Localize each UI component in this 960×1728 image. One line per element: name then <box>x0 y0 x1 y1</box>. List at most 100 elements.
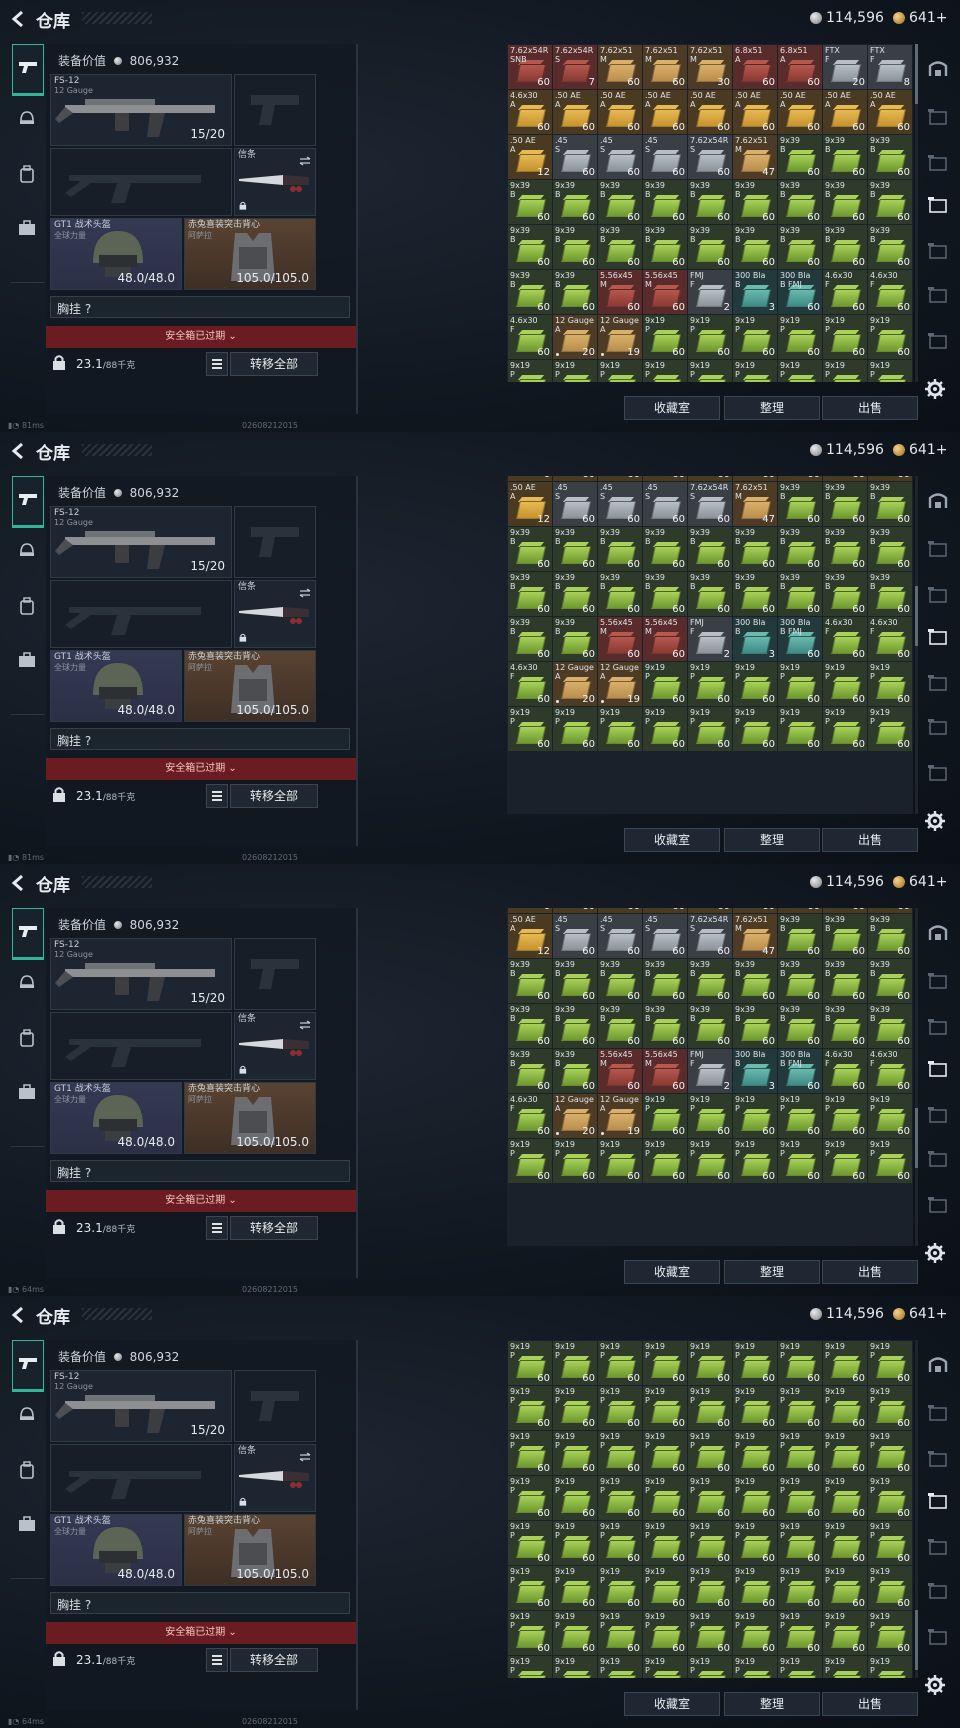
transfer-all-button[interactable]: 转移全部 <box>230 1216 318 1240</box>
ammo-cell[interactable]: 9x19 P <box>778 1656 822 1678</box>
ammo-cell[interactable]: 60 <box>598 908 642 913</box>
sort-button[interactable]: 整理 <box>724 396 820 420</box>
ammo-cell[interactable]: 9x19 P <box>823 1656 867 1678</box>
ammo-cell[interactable]: .50 AE A 12 <box>508 135 552 179</box>
sell-button[interactable]: 出售 <box>822 1692 918 1716</box>
ammo-cell[interactable]: FMJ F 2 <box>688 617 732 661</box>
ammo-cell[interactable]: 9x19 P 60 <box>598 707 642 751</box>
ammo-cell[interactable]: .50 AE A 60 <box>733 90 777 134</box>
ammo-cell[interactable]: .45 S 60 <box>598 914 642 958</box>
ammo-cell[interactable]: 5.56x45 M 60 <box>598 1049 642 1093</box>
secondary-weapon-slot[interactable] <box>50 148 232 216</box>
ammo-cell[interactable]: 9x39 B 60 <box>553 959 597 1003</box>
collection-room-button[interactable]: 收藏室 <box>624 1260 720 1284</box>
storage-tab-icon[interactable] <box>926 330 950 352</box>
storage-scrollbar[interactable] <box>915 44 918 382</box>
ammo-cell[interactable]: 4.6x30 F 60 <box>868 270 912 314</box>
ammo-cell[interactable]: 9x19 P 60 <box>823 1431 867 1475</box>
scrollbar-thumb[interactable] <box>915 1108 918 1168</box>
ammo-cell[interactable]: 300 Bla B FMJ 60 <box>778 270 822 314</box>
ammo-cell[interactable]: .45 S 60 <box>553 135 597 179</box>
ammo-cell[interactable]: 9x39 B 60 <box>508 572 552 616</box>
ammo-cell[interactable]: .50 AE A 60 <box>823 90 867 134</box>
back-arrow-icon[interactable] <box>8 8 30 30</box>
ammo-cell[interactable]: FTX F 8 <box>868 45 912 89</box>
ammo-cell[interactable]: 9x19 P 60 <box>598 1386 642 1430</box>
sell-button[interactable]: 出售 <box>822 828 918 852</box>
ammo-cell[interactable]: 9x39 B 60 <box>688 1004 732 1048</box>
ammo-cell[interactable]: 9x19 P 60 <box>598 1476 642 1520</box>
ammo-cell[interactable]: 9x19 P 60 <box>778 1094 822 1138</box>
ammo-cell[interactable]: 9x19 P 60 <box>553 1566 597 1610</box>
secondary-weapon-slot[interactable] <box>50 580 232 648</box>
ammo-cell[interactable]: 9x39 B 60 <box>643 180 687 224</box>
ammo-cell[interactable]: 300 Bla B 3 <box>733 1049 777 1093</box>
ammo-cell[interactable]: 7.62x54R S 7 <box>553 45 597 89</box>
tab-helmet[interactable] <box>12 528 42 576</box>
ammo-cell[interactable]: 60 <box>823 476 867 481</box>
ammo-cell[interactable]: 5.56x45 M 60 <box>598 617 642 661</box>
ammo-cell[interactable]: 9x19 P 60 <box>598 1611 642 1655</box>
storage-scrollbar[interactable] <box>915 1340 918 1678</box>
ammo-cell[interactable]: 9x19 P 60 <box>868 1386 912 1430</box>
ammo-cell[interactable]: 9x19 P 60 <box>688 315 732 359</box>
storage-tab-icon[interactable] <box>926 284 950 306</box>
ammo-cell[interactable]: 6 <box>508 476 552 481</box>
ammo-cell[interactable]: 9x19 P 60 <box>868 707 912 751</box>
tab-weapons[interactable] <box>12 44 44 96</box>
ammo-cell[interactable]: 9x19 P 60 <box>553 1431 597 1475</box>
ammo-cell[interactable]: 9x39 B 60 <box>733 959 777 1003</box>
ammo-cell[interactable]: 4.6x30 F 60 <box>508 1094 552 1138</box>
tab-backpack[interactable] <box>12 152 42 200</box>
ammo-cell[interactable]: 60 <box>643 908 687 913</box>
ammo-cell[interactable]: 9x19 P 60 <box>643 1611 687 1655</box>
ammo-cell[interactable]: 9x39 B 60 <box>553 1004 597 1048</box>
scrollbar-thumb[interactable] <box>915 1610 918 1670</box>
ammo-cell[interactable]: 9x19 P 60 <box>688 1094 732 1138</box>
ammo-cell[interactable]: 12 Gauge A 19 <box>598 1094 642 1138</box>
helmet-slot[interactable]: GT1 战术头盔 全球力量 48.0/48.0 <box>50 1082 182 1154</box>
helmet-slot[interactable]: GT1 战术头盔 全球力量 48.0/48.0 <box>50 1514 182 1586</box>
ammo-cell[interactable]: 9x19 P 60 <box>778 1386 822 1430</box>
ammo-cell[interactable]: 9x19 P 60 <box>733 1521 777 1565</box>
pistol-slot[interactable] <box>234 74 316 146</box>
tab-briefcase[interactable] <box>12 206 42 254</box>
tab-briefcase[interactable] <box>12 638 42 686</box>
ammo-cell[interactable]: .45 S 60 <box>643 914 687 958</box>
armor-slot[interactable]: 赤兔喜装突击背心 阿萨拉 105.0/105.0 <box>184 218 316 290</box>
ammo-cell[interactable]: 7.62x54R S 60 <box>688 135 732 179</box>
ammo-cell[interactable]: FMJ F 2 <box>688 270 732 314</box>
ammo-cell[interactable]: 9x39 B 60 <box>508 225 552 269</box>
ammo-cell[interactable]: 9x19 P 60 <box>778 1521 822 1565</box>
tab-helmet[interactable] <box>12 1392 42 1440</box>
ammo-cell[interactable]: 4.6x30 F 60 <box>823 270 867 314</box>
tab-weapons[interactable] <box>12 908 44 960</box>
ammo-cell[interactable]: 9x39 B 60 <box>508 617 552 661</box>
ammo-cell[interactable]: 9x39 B 60 <box>868 225 912 269</box>
ammo-cell[interactable]: .45 S 60 <box>643 135 687 179</box>
ammo-cell[interactable]: 9x39 B 60 <box>868 1004 912 1048</box>
ammo-cell[interactable]: 7.62x51 M 60 <box>598 45 642 89</box>
ammo-cell[interactable]: 9x19 P 60 <box>823 662 867 706</box>
ammo-cell[interactable]: .45 S 60 <box>553 482 597 526</box>
storage-tab-icon[interactable] <box>926 538 950 560</box>
ammo-cell[interactable]: 9x19 P 60 <box>643 1521 687 1565</box>
ammo-cell[interactable]: 60 <box>688 476 732 481</box>
ammo-cell[interactable]: 9x39 B 60 <box>643 1004 687 1048</box>
ammo-cell[interactable]: 9x39 B 60 <box>778 959 822 1003</box>
ammo-cell[interactable]: 9x19 P 60 <box>688 1139 732 1183</box>
storage-tab-active-icon[interactable] <box>926 194 950 216</box>
ammo-cell[interactable]: 9x19 P 60 <box>688 1611 732 1655</box>
ammo-cell[interactable]: 9x39 B 60 <box>868 180 912 224</box>
ammo-cell[interactable]: 9x39 B 60 <box>508 270 552 314</box>
storage-tab-icon[interactable] <box>926 1402 950 1424</box>
tab-helmet[interactable] <box>12 96 42 144</box>
swap-icon[interactable] <box>299 151 311 170</box>
ammo-cell[interactable]: 9x19 P 60 <box>643 1476 687 1520</box>
ammo-cell[interactable]: 9x19 P 60 <box>823 707 867 751</box>
ammo-cell[interactable]: 9x19 P 60 <box>598 1566 642 1610</box>
ammo-cell[interactable]: 9x19 P 60 <box>823 1139 867 1183</box>
ammo-cell[interactable]: 6 <box>508 908 552 913</box>
chest-rig-slot[interactable]: 胸挂 ? <box>50 1160 350 1182</box>
ammo-cell[interactable]: 9x19 P 60 <box>508 1611 552 1655</box>
